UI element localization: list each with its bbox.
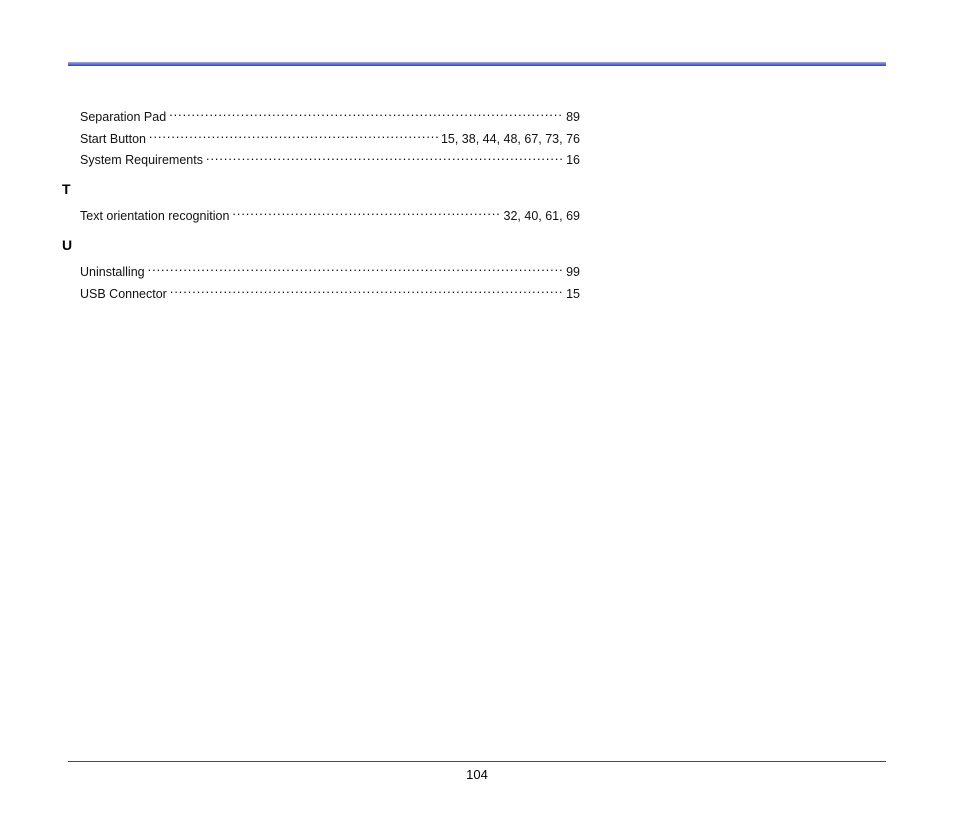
leader-dots — [169, 104, 563, 126]
index-row: Start Button 15, 38, 44, 48, 67, 73, 76 — [80, 126, 580, 148]
page-ref[interactable]: 15 — [566, 287, 580, 301]
page-number: 104 — [0, 767, 954, 782]
leader-dots — [148, 259, 563, 281]
index-row: USB Connector 15 — [80, 281, 580, 303]
index-row: Separation Pad 89 — [80, 104, 580, 126]
index-row: System Requirements 16 — [80, 148, 580, 170]
section-letter-t: T — [62, 181, 580, 197]
index-row: Text orientation recognition 32, 40, 61,… — [80, 203, 580, 225]
bottom-rule — [68, 761, 886, 762]
page-ref[interactable]: 69 — [566, 209, 580, 223]
index-pages: 89 — [566, 109, 580, 126]
page-container: Separation Pad 89 Start Button 15, 38, 4… — [0, 0, 954, 818]
section-letter-u: U — [62, 237, 580, 253]
page-ref[interactable]: 32 — [504, 209, 518, 223]
page-ref[interactable]: 15 — [441, 132, 455, 146]
leader-dots — [170, 281, 563, 303]
index-label: Separation Pad — [80, 109, 166, 126]
index-pages: 32, 40, 61, 69 — [504, 208, 580, 225]
index-pages: 16 — [566, 152, 580, 169]
index-pages: 15 — [566, 286, 580, 303]
index-label: USB Connector — [80, 286, 167, 303]
page-ref[interactable]: 48 — [504, 132, 518, 146]
index-label: Start Button — [80, 131, 146, 148]
index-label: Text orientation recognition — [80, 208, 229, 225]
leader-dots — [206, 148, 563, 170]
index-label: System Requirements — [80, 152, 203, 169]
leader-dots — [232, 203, 500, 225]
page-ref[interactable]: 44 — [483, 132, 497, 146]
page-ref[interactable]: 67 — [524, 132, 538, 146]
index-label: Uninstalling — [80, 264, 145, 281]
page-ref[interactable]: 99 — [566, 265, 580, 279]
index-pages: 15, 38, 44, 48, 67, 73, 76 — [441, 131, 580, 148]
index-row: Uninstalling 99 — [80, 259, 580, 281]
page-ref[interactable]: 38 — [462, 132, 476, 146]
page-ref[interactable]: 16 — [566, 153, 580, 167]
index-pages: 99 — [566, 264, 580, 281]
page-ref[interactable]: 40 — [524, 209, 538, 223]
page-ref[interactable]: 61 — [545, 209, 559, 223]
page-ref[interactable]: 89 — [566, 110, 580, 124]
index-content: Separation Pad 89 Start Button 15, 38, 4… — [80, 104, 580, 303]
page-ref[interactable]: 76 — [566, 132, 580, 146]
top-rule — [68, 62, 886, 66]
leader-dots — [149, 126, 438, 148]
page-ref[interactable]: 73 — [545, 132, 559, 146]
